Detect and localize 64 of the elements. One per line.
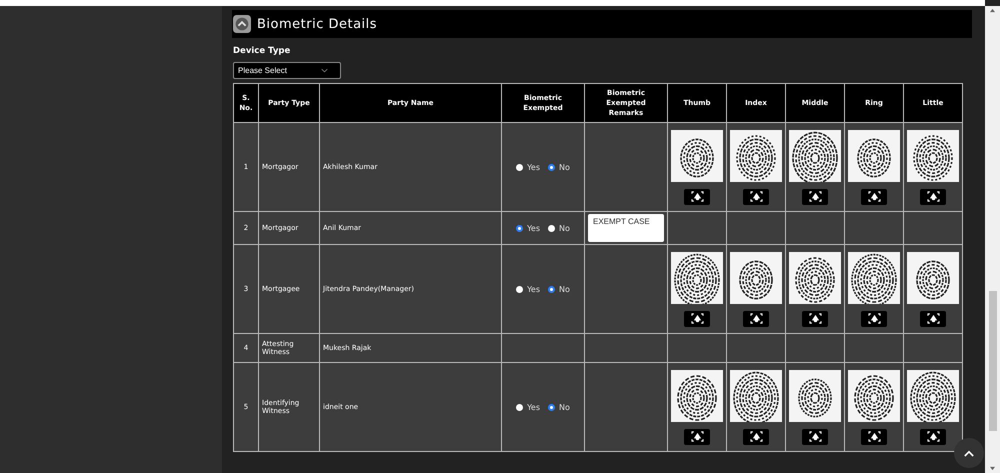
fingerprint-image <box>789 370 841 422</box>
fingerprint-scan-icon <box>690 313 704 324</box>
capture-button[interactable] <box>684 428 710 444</box>
collapse-icon[interactable] <box>233 15 251 33</box>
radio-option[interactable]: No <box>548 162 570 172</box>
fingerprint-image <box>671 252 723 304</box>
fingerprint-scan-icon <box>868 431 880 442</box>
caret-up-icon <box>964 450 974 456</box>
capture-button[interactable] <box>861 310 887 326</box>
fingerprint-scan-icon <box>926 431 940 442</box>
fingerprint-image <box>730 370 782 422</box>
scroll-up-arrow-icon[interactable] <box>989 8 996 13</box>
radio-option[interactable]: Yes <box>516 162 540 172</box>
panel-title: Biometric Details <box>257 16 378 32</box>
fingerprint-scan-icon <box>690 191 704 202</box>
radio-option[interactable]: Yes <box>516 402 540 412</box>
fingerprint-image <box>730 252 782 304</box>
fingerprint-image <box>907 370 959 422</box>
capture-button[interactable] <box>920 428 946 444</box>
fingerprint-scan-icon <box>926 191 940 202</box>
capture-button[interactable] <box>802 428 828 444</box>
remarks-field[interactable]: EXEMPT CASE <box>588 214 664 242</box>
fingerprint-image <box>671 130 723 182</box>
scroll-down-arrow-icon[interactable] <box>989 466 996 471</box>
fingerprint-scan-icon <box>750 431 762 442</box>
capture-button[interactable] <box>802 188 828 204</box>
capture-button[interactable] <box>684 310 710 326</box>
fingerprint-scan-icon <box>868 313 880 324</box>
scrollbar[interactable] <box>985 6 1000 473</box>
capture-button[interactable] <box>920 188 946 204</box>
fingerprint-scan-icon <box>808 313 822 324</box>
fingerprint-image <box>848 130 900 182</box>
radio-option[interactable]: Yes <box>516 284 540 294</box>
fingerprint-image <box>907 252 959 304</box>
capture-button[interactable] <box>920 310 946 326</box>
fingerprint-scan-icon <box>808 431 822 442</box>
scrollbar-thumb[interactable] <box>988 290 996 430</box>
fingerprint-scan-icon <box>926 313 940 324</box>
capture-button[interactable] <box>743 188 769 204</box>
fingerprint-image <box>907 130 959 182</box>
fingerprint-image <box>848 370 900 422</box>
field-label: Device Type <box>233 46 292 56</box>
fingerprint-image <box>671 370 723 422</box>
capture-button[interactable] <box>802 310 828 326</box>
fingerprint-scan-icon <box>868 191 880 202</box>
device-type-select[interactable]: Please Select <box>233 62 341 79</box>
fingerprint-image <box>789 252 841 304</box>
fingerprint-image <box>848 252 900 304</box>
fingerprint-scan-icon <box>750 313 762 324</box>
radio-option[interactable]: No <box>548 224 570 232</box>
fingerprint-scan-icon <box>808 191 822 202</box>
capture-button[interactable] <box>684 188 710 204</box>
capture-button[interactable] <box>743 428 769 444</box>
fingerprint-image <box>730 130 782 182</box>
capture-button[interactable] <box>743 310 769 326</box>
capture-button[interactable] <box>861 428 887 444</box>
radio-option[interactable]: Yes <box>516 224 540 232</box>
capture-button[interactable] <box>861 188 887 204</box>
fingerprint-image <box>789 130 841 182</box>
chevron-icon <box>321 68 328 73</box>
radio-option[interactable]: No <box>548 402 570 412</box>
fingerprint-scan-icon <box>690 431 704 442</box>
fingerprint-scan-icon <box>750 191 762 202</box>
radio-option[interactable]: No <box>548 284 570 294</box>
